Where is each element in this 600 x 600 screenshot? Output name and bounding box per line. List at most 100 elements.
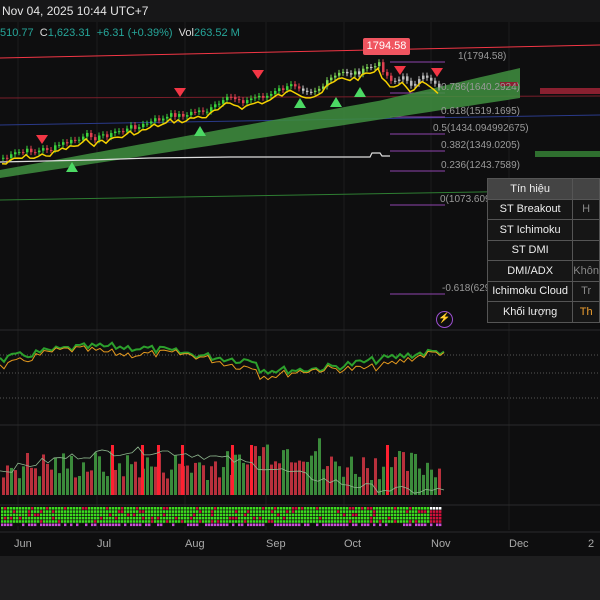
heatmap-cell — [64, 516, 67, 520]
heatmap-cell — [397, 513, 400, 517]
heatmap-cell — [274, 513, 277, 517]
heatmap-cell — [307, 520, 310, 523]
heatmap-cell — [181, 523, 184, 527]
heatmap-cell — [115, 520, 118, 523]
heatmap-cell — [298, 510, 301, 513]
heatmap-cell — [70, 523, 73, 527]
heatmap-cell — [301, 510, 304, 513]
heatmap-cell — [127, 510, 130, 513]
heatmap-cell — [172, 513, 175, 517]
heatmap-cell — [40, 520, 43, 523]
heatmap-cell — [403, 513, 406, 517]
heatmap-cell — [154, 516, 157, 520]
candle — [166, 116, 169, 119]
axis-label: Aug — [185, 538, 205, 550]
heatmap-cell — [52, 523, 55, 527]
candle — [10, 154, 13, 158]
heatmap-cell — [259, 520, 262, 523]
heatmap-cell — [121, 523, 124, 527]
heatmap-cell — [106, 510, 109, 513]
heatmap-cell — [142, 507, 145, 510]
heatmap-cell — [172, 507, 175, 510]
heatmap-cell — [370, 513, 373, 517]
heatmap-cell — [316, 513, 319, 517]
heatmap-cell — [76, 523, 79, 527]
heatmap-cell — [46, 520, 49, 523]
heatmap-cell — [151, 507, 154, 510]
volume-bar — [226, 451, 229, 495]
heatmap-cell — [430, 516, 433, 520]
heatmap-cell — [241, 523, 244, 527]
heatmap-cell — [148, 507, 151, 510]
heatmap-cell — [181, 507, 184, 510]
candle — [194, 111, 197, 113]
heatmap-cell — [403, 510, 406, 513]
heatmap-cell — [142, 523, 145, 527]
candle — [234, 97, 237, 100]
heatmap-cell — [334, 507, 337, 510]
candle — [306, 90, 309, 92]
heatmap-cell — [64, 510, 67, 513]
heatmap-cell — [253, 520, 256, 523]
heatmap-cell — [28, 507, 31, 510]
heatmap-cell — [358, 507, 361, 510]
heatmap-cell — [328, 520, 331, 523]
heatmap-cell — [322, 520, 325, 523]
heatmap-cell — [133, 523, 136, 527]
heatmap-cell — [334, 516, 337, 520]
heatmap-cell — [151, 520, 154, 523]
heatmap-cell — [367, 510, 370, 513]
heatmap-cell — [145, 510, 148, 513]
heatmap-cell — [412, 523, 415, 527]
heatmap-cell — [67, 516, 70, 520]
heatmap-cell — [238, 516, 241, 520]
lightning-icon[interactable]: ⚡ — [436, 311, 453, 328]
volume-bar — [438, 468, 441, 495]
heatmap-cell — [385, 520, 388, 523]
heatmap-cell — [103, 513, 106, 517]
heatmap-cell — [43, 510, 46, 513]
heatmap-cell — [22, 510, 25, 513]
heatmap-cell — [184, 510, 187, 513]
heatmap-cell — [88, 510, 91, 513]
heatmap-cell — [424, 507, 427, 510]
heatmap-cell — [331, 510, 334, 513]
heatmap-cell — [166, 507, 169, 510]
table-row: Khối lượng Th — [486, 301, 600, 323]
heatmap-cell — [214, 510, 217, 513]
heatmap-cell — [49, 516, 52, 520]
heatmap-cell — [283, 520, 286, 523]
heatmap-cell — [223, 513, 226, 517]
heatmap-cell — [70, 510, 73, 513]
heatmap-cell — [184, 520, 187, 523]
heatmap-cell — [85, 513, 88, 517]
heatmap-cell — [112, 513, 115, 517]
heatmap-cell — [433, 516, 436, 520]
heatmap-cell — [88, 507, 91, 510]
heatmap-cell — [67, 507, 70, 510]
heatmap-cell — [205, 507, 208, 510]
heatmap-cell — [295, 523, 298, 527]
candle — [282, 88, 285, 91]
heatmap-cell — [262, 516, 265, 520]
heatmap-cell — [67, 520, 70, 523]
heatmap-cell — [259, 510, 262, 513]
heatmap-cell — [145, 520, 148, 523]
heatmap-cell — [160, 507, 163, 510]
heatmap-cell — [172, 520, 175, 523]
candle — [34, 152, 37, 154]
heatmap-cell — [19, 510, 22, 513]
heatmap-cell — [244, 510, 247, 513]
heatmap-cell — [40, 507, 43, 510]
heatmap-cell — [103, 516, 106, 520]
heatmap-cell — [382, 507, 385, 510]
cloud-projection — [540, 88, 600, 94]
heatmap-cell — [427, 513, 430, 517]
heatmap-cell — [280, 513, 283, 517]
heatmap-cell — [190, 510, 193, 513]
heatmap-cell — [382, 513, 385, 517]
heatmap-cell — [7, 507, 10, 510]
heatmap-cell — [394, 523, 397, 527]
heatmap-cell — [127, 516, 130, 520]
heatmap-cell — [292, 523, 295, 527]
